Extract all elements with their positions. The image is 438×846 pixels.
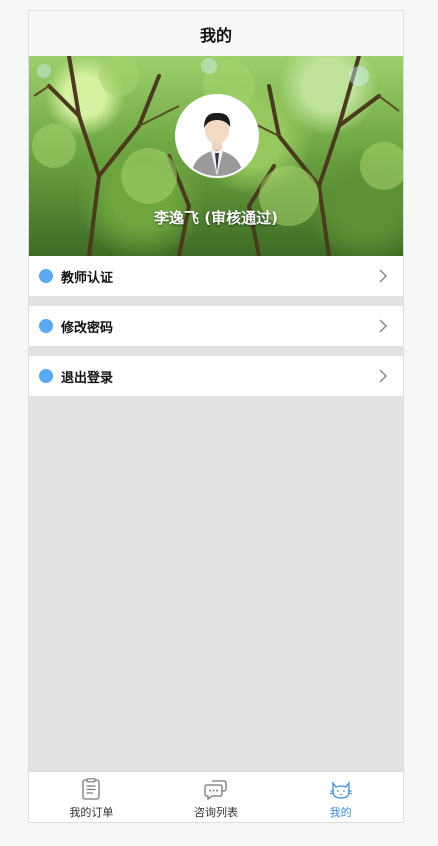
- tab-label: 我的订单: [69, 806, 114, 819]
- avatar[interactable]: [177, 96, 257, 176]
- clipboard-icon: [82, 778, 100, 800]
- menu-item-teacher-certification[interactable]: 教师认证: [29, 256, 403, 296]
- tab-mine[interactable]: 我的: [278, 772, 403, 822]
- chevron-right-icon: [379, 369, 388, 383]
- tab-my-orders[interactable]: 我的订单: [29, 772, 154, 822]
- nav-bar: 我的: [29, 11, 403, 56]
- menu-item-label: 退出登录: [61, 370, 114, 386]
- avatar-photo: [177, 96, 257, 176]
- chat-icon: [204, 780, 227, 800]
- profile-banner: 李逸飞 (审核通过): [29, 56, 403, 256]
- tab-consult-list[interactable]: 咨询列表: [154, 772, 279, 822]
- cat-icon: [329, 781, 352, 799]
- dot-icon: [39, 319, 53, 333]
- tab-label: 我的: [329, 806, 352, 819]
- dot-icon: [39, 269, 53, 283]
- page-title: 我的: [199, 25, 232, 45]
- menu-item-change-password[interactable]: 修改密码: [29, 306, 403, 346]
- dot-icon: [39, 369, 53, 383]
- tab-label: 咨询列表: [194, 806, 238, 819]
- menu-item-label: 教师认证: [61, 270, 114, 286]
- tab-bar: 我的订单 咨询列表 我的: [29, 771, 403, 822]
- user-name: 李逸飞 (审核通过): [154, 209, 278, 227]
- menu-item-logout[interactable]: 退出登录: [29, 356, 403, 396]
- phone-screen: 我的 李逸飞 (审核通过) 教师认证 修改密码 退出登录 我的订单 咨询列表 我…: [28, 10, 404, 823]
- chevron-right-icon: [379, 319, 388, 333]
- menu-item-label: 修改密码: [61, 320, 114, 336]
- chevron-right-icon: [379, 269, 388, 283]
